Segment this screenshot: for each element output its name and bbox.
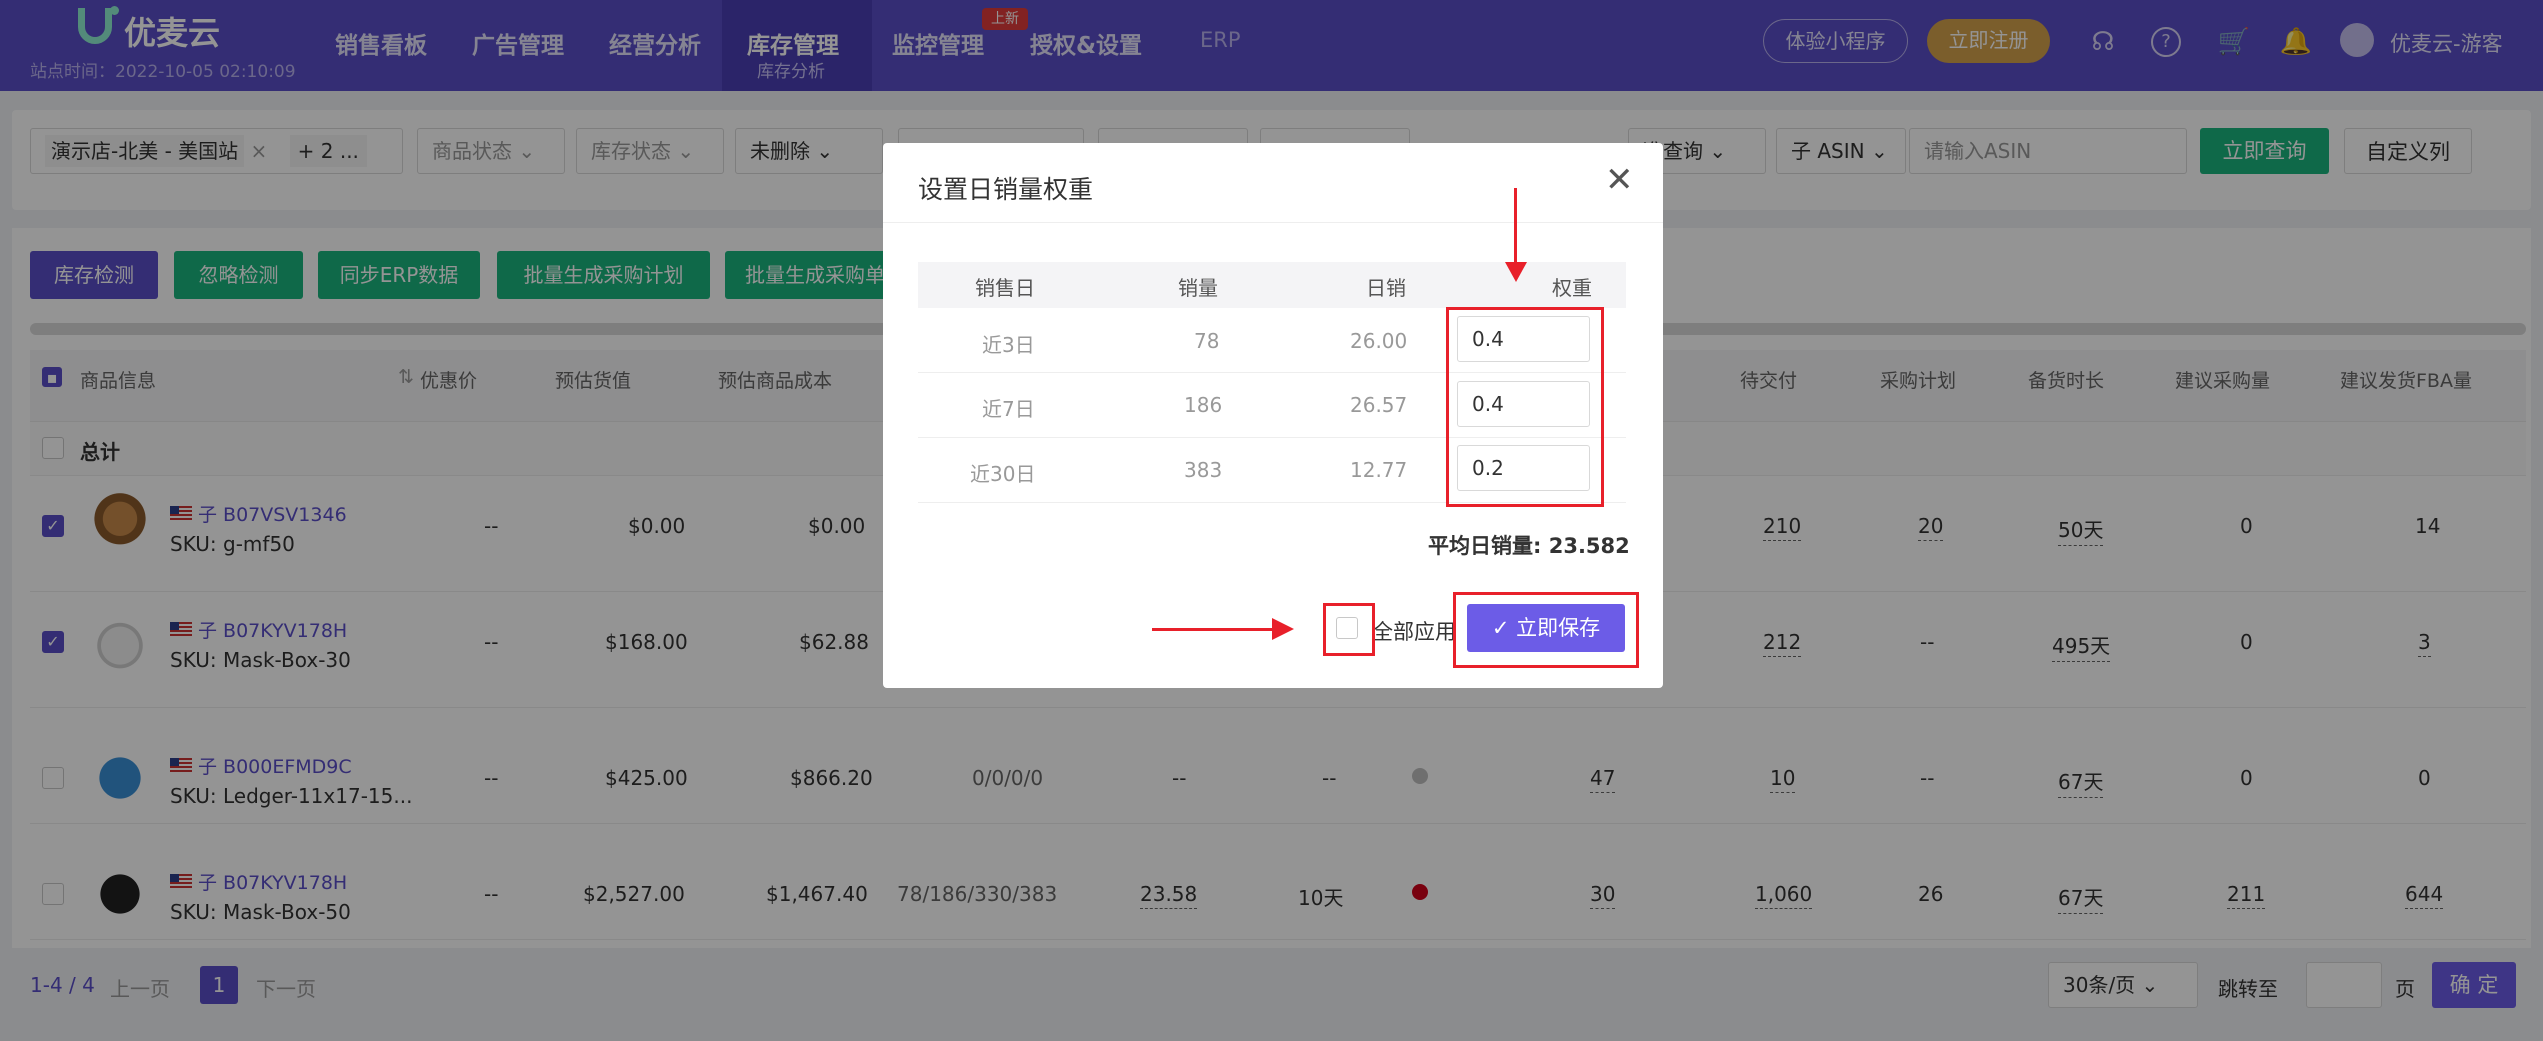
annotation-arrow-down bbox=[1514, 188, 1517, 268]
modal-title: 设置日销量权重 bbox=[918, 175, 1094, 204]
annotation-box-weights bbox=[1446, 307, 1604, 507]
mth-sales: 销量 bbox=[1178, 276, 1218, 300]
sales-30d: 383 bbox=[1184, 458, 1223, 482]
sales-3d: 78 bbox=[1194, 329, 1220, 353]
period-7d: 近7日 bbox=[982, 397, 1035, 421]
period-30d: 近30日 bbox=[970, 462, 1036, 486]
period-3d: 近3日 bbox=[982, 333, 1035, 357]
daily-30d: 12.77 bbox=[1350, 458, 1408, 482]
close-icon[interactable]: ✕ bbox=[1605, 160, 1634, 200]
mth-period: 销售日 bbox=[975, 276, 1035, 300]
sales-7d: 186 bbox=[1184, 393, 1223, 417]
daily-3d: 26.00 bbox=[1350, 329, 1408, 353]
mth-weight: 权重 bbox=[1552, 276, 1592, 300]
annotation-box-apply-all bbox=[1323, 603, 1375, 656]
mth-daily: 日销 bbox=[1366, 276, 1406, 300]
annotation-arrowhead-down bbox=[1505, 262, 1527, 282]
annotation-arrow-right bbox=[1152, 628, 1277, 631]
apply-all-label[interactable]: 全部应用 bbox=[1372, 616, 1456, 646]
avg-daily-sales: 平均日销量: 23.582 bbox=[1428, 534, 1630, 558]
annotation-arrowhead-right bbox=[1272, 618, 1294, 640]
daily-7d: 26.57 bbox=[1350, 393, 1408, 417]
modal-divider bbox=[883, 222, 1663, 223]
annotation-box-save bbox=[1453, 592, 1639, 668]
